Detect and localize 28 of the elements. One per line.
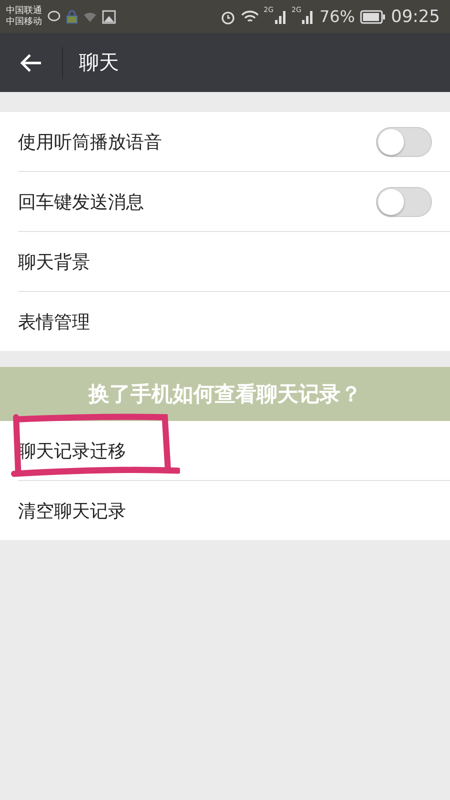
battery-icon <box>360 10 386 24</box>
item-label: 使用听筒播放语音 <box>18 130 163 154</box>
settings-item[interactable]: 回车键发送消息 <box>18 172 450 232</box>
settings-item[interactable]: 表情管理 <box>18 292 450 351</box>
back-arrow-icon[interactable] <box>20 52 42 72</box>
item-label: 回车键发送消息 <box>18 190 145 214</box>
screen-title: 聊天 <box>79 49 119 76</box>
toggle-switch[interactable] <box>376 186 432 216</box>
wifi-icon <box>240 10 259 24</box>
lock-icon <box>66 10 78 24</box>
signal-icon <box>302 10 314 24</box>
clock-time: 09:25 <box>391 6 440 26</box>
caption-title: 换了手机如何查看聊天记录？ <box>88 381 362 408</box>
battery-percent: 76% <box>319 7 355 26</box>
settings-item[interactable]: 使用听筒播放语音 <box>18 112 450 172</box>
chat-bubble-icon <box>47 10 61 24</box>
item-label: 聊天背景 <box>18 250 91 274</box>
alarm-clock-icon <box>220 8 236 24</box>
settings-item[interactable]: 聊天背景 <box>18 232 450 292</box>
carrier-name: 中国联通 <box>6 6 42 16</box>
wifi-icon <box>83 10 97 22</box>
image-icon <box>102 10 116 24</box>
carrier-name: 中国移动 <box>6 16 42 28</box>
item-label: 表情管理 <box>18 310 91 334</box>
item-label: 清空聊天记录 <box>18 500 127 522</box>
settings-item[interactable]: 清空聊天记录 <box>18 481 450 540</box>
toggle-switch[interactable] <box>376 126 432 156</box>
signal-icon <box>274 10 287 24</box>
